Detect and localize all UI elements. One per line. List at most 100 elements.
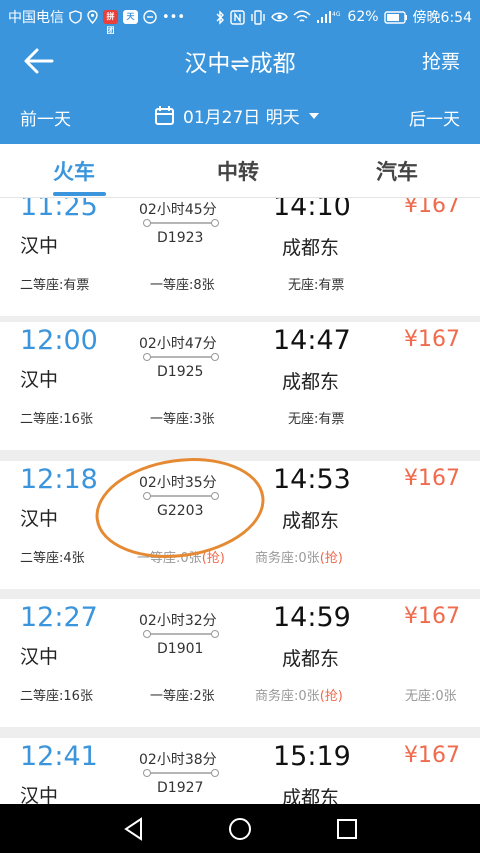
arrival-time: 15:19 [273, 741, 351, 772]
train-card[interactable]: 12:41 汉中 02小时38分 D1927 15:19 成都东 ¥167 [0, 738, 480, 804]
seat-count: 0张 [298, 551, 320, 566]
seat-class: 二等座 [20, 551, 60, 566]
previous-day-button[interactable]: 前一天 [20, 105, 71, 130]
train-card[interactable]: 12:27 汉中 02小时32分 D1901 14:59 成都东 ¥167 二等座:16张 一等… [0, 599, 480, 727]
arrival-time: 14:47 [273, 325, 351, 356]
title-bar: 汉中⇌成都 抢票 [0, 34, 480, 88]
train-number: D1925 [157, 364, 204, 380]
seat-availability: 无座:0张 [405, 689, 457, 704]
departure-time: 12:41 [20, 741, 98, 772]
seat-availability: 无座:有票 [288, 412, 345, 427]
tab-transfer[interactable]: 中转 [217, 156, 259, 186]
departure-time: 11:25 [20, 198, 98, 222]
trip-duration: 02小时38分 [139, 752, 217, 768]
grab-seat-link[interactable]: (抢) [320, 551, 343, 566]
arrival-time: 14:10 [273, 198, 351, 222]
departure-station: 汉中 [20, 508, 59, 530]
seat-count: 0张 [298, 689, 320, 704]
wifi-icon [293, 10, 311, 22]
arrival-station: 成都东 [282, 648, 340, 670]
seat-availability[interactable]: 商务座:0张(抢) [255, 547, 343, 566]
ticket-price: ¥167 [404, 466, 460, 491]
departure-time: 12:27 [20, 602, 98, 633]
clock: 傍晚6:54 [412, 10, 472, 26]
seat-class: 一等座 [150, 278, 190, 293]
grab-seat-link[interactable]: (抢) [320, 689, 343, 704]
train-card[interactable]: 12:00 汉中 02小时47分 D1925 14:47 成都东 ¥167 二等座:16张 一等… [0, 322, 480, 450]
trip-duration: 02小时45分 [139, 202, 217, 218]
departure-time: 12:00 [20, 325, 98, 356]
seat-count: 有票 [63, 278, 90, 293]
departure-station: 汉中 [20, 785, 59, 804]
departure-station: 汉中 [20, 369, 59, 391]
seat-count: 2张 [193, 689, 215, 704]
arrival-station: 成都东 [282, 371, 340, 393]
seat-availability: 一等座:8张 [150, 278, 215, 293]
tab-bus[interactable]: 汽车 [376, 156, 418, 186]
more-notifications-icon: ••• [162, 9, 186, 25]
eye-comfort-icon [271, 12, 289, 22]
seat-availability: 无座:有票 [288, 278, 345, 293]
calendar-icon [155, 106, 174, 125]
seat-class: 商务座 [255, 689, 295, 704]
train-number: D1927 [157, 780, 204, 796]
seat-class: 商务座 [255, 551, 295, 566]
seat-availability: 二等座:4张 [20, 551, 85, 566]
trip-duration: 02小时32分 [139, 613, 217, 629]
seat-availability[interactable]: 商务座:0张(抢) [255, 685, 343, 704]
page-title: 汉中⇌成都 [184, 51, 296, 77]
recents-square-icon[interactable] [334, 816, 360, 842]
arrival-station: 成都东 [282, 787, 340, 804]
signal-icon: 4G [317, 11, 341, 23]
date-picker[interactable]: 01月27日 明天 [154, 103, 320, 128]
train-number: D1923 [157, 230, 204, 246]
arrival-time: 14:59 [273, 602, 351, 633]
next-day-button[interactable]: 后一天 [409, 105, 460, 130]
seat-count: 8张 [193, 278, 215, 293]
route-line [143, 219, 219, 227]
selected-date: 01月27日 明天 [183, 108, 300, 128]
trip-duration: 02小时47分 [139, 336, 217, 352]
seat-count: 有票 [318, 278, 345, 293]
nfc-icon [230, 9, 246, 25]
seat-count: 有票 [318, 412, 345, 427]
back-triangle-icon[interactable] [121, 816, 147, 842]
active-tab-indicator [53, 192, 106, 196]
seat-availability: 二等座:有票 [20, 278, 90, 293]
tab-train[interactable]: 火车 [53, 156, 95, 186]
svg-text:4G: 4G [332, 11, 341, 18]
seat-class: 无座 [288, 278, 315, 293]
grab-seat-link[interactable]: (抢) [202, 551, 225, 566]
status-bar: 中国电信 拼团 天 ••• 4G 62% 傍晚6:54 [0, 0, 480, 35]
seat-count: 3张 [193, 412, 215, 427]
seat-availability: 二等座:16张 [20, 412, 93, 427]
departure-station: 汉中 [20, 646, 59, 668]
system-nav-bar [0, 804, 480, 853]
battery-icon [383, 10, 407, 24]
app-badge-pintuan: 拼团 [103, 10, 118, 35]
ticket-price: ¥167 [404, 743, 460, 768]
seat-class: 一等座 [150, 412, 190, 427]
train-card[interactable]: 11:25 汉中 02小时45分 D1923 14:10 成都东 ¥167 二等座:有票 一等座… [0, 198, 480, 316]
seat-count: 4张 [63, 551, 85, 566]
seat-availability: 二等座:16张 [20, 689, 93, 704]
route-line [143, 769, 219, 777]
seat-class: 二等座 [20, 689, 60, 704]
seat-class: 二等座 [20, 278, 60, 293]
ticket-price: ¥167 [404, 604, 460, 629]
carrier-label: 中国电信 [8, 10, 64, 26]
caret-down-icon [308, 112, 319, 119]
seat-class: 无座 [405, 689, 432, 704]
seat-class: 无座 [288, 412, 315, 427]
home-circle-icon[interactable] [227, 816, 253, 842]
app-notification-icon [143, 10, 157, 24]
grab-ticket-button[interactable]: 抢票 [422, 47, 460, 74]
transport-tabs: 火车 中转 汽车 [0, 144, 480, 198]
bluetooth-icon [216, 9, 225, 25]
seat-class: 一等座 [150, 689, 190, 704]
seat-availability: 一等座:2张 [150, 689, 215, 704]
route-line [143, 630, 219, 638]
ticket-price: ¥167 [404, 198, 460, 218]
seat-class: 二等座 [20, 412, 60, 427]
location-icon [87, 10, 98, 24]
